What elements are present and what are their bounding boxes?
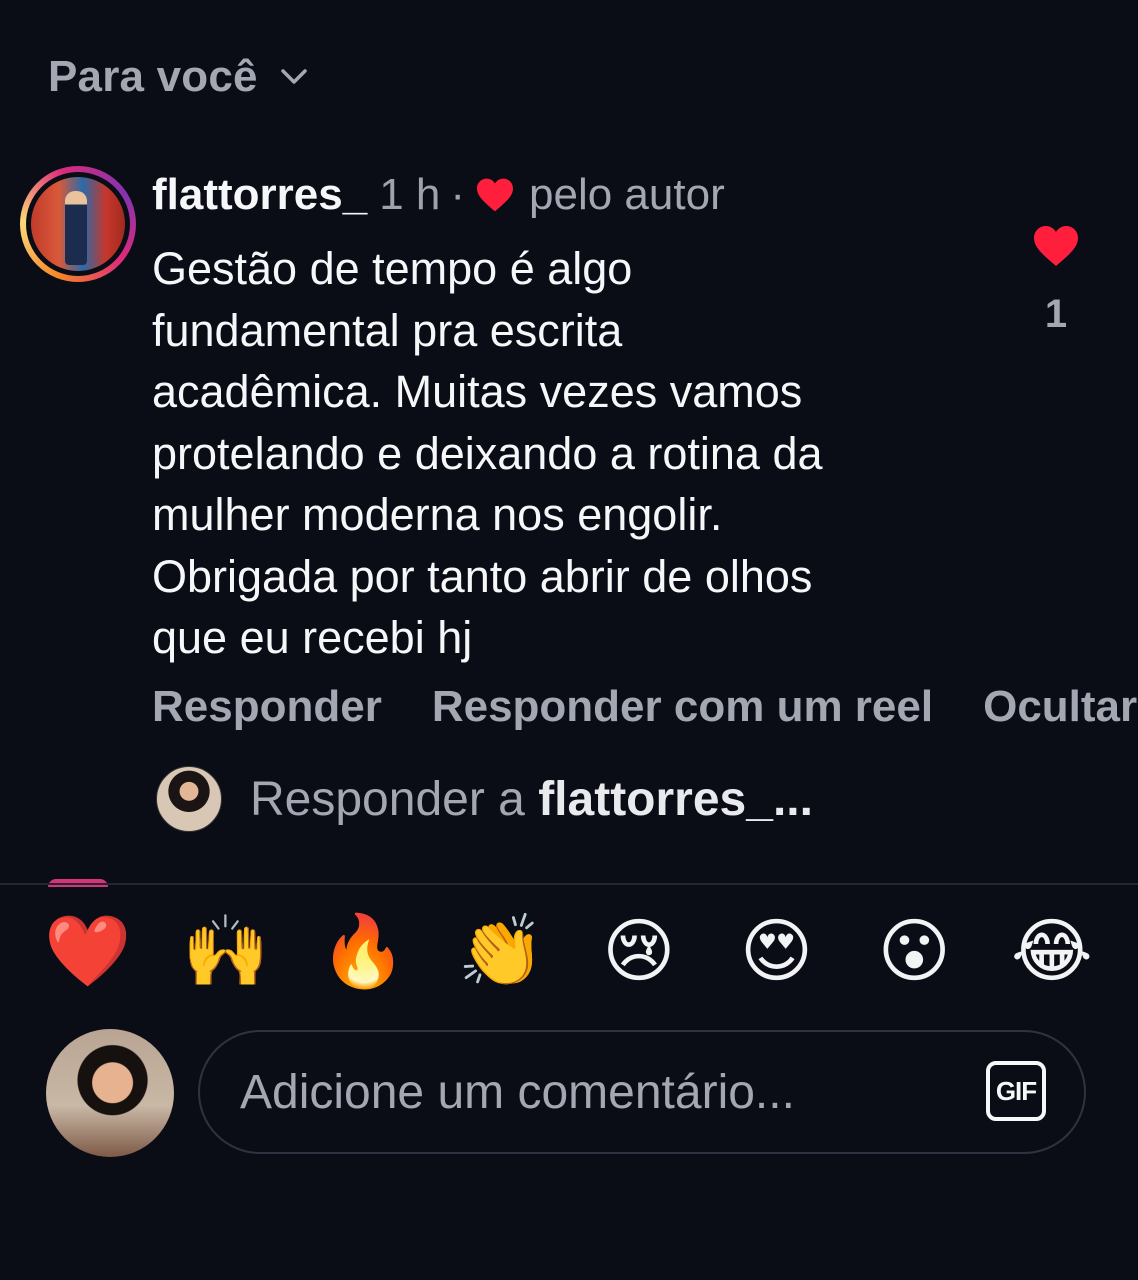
emoji-heart-eyes[interactable]: 😍 <box>729 908 825 994</box>
current-user-avatar-small <box>156 766 222 832</box>
emoji-red-heart[interactable]: ❤️ <box>40 908 136 994</box>
emoji-clapping-hands[interactable]: 👏 <box>453 908 549 994</box>
feed-title: Para você <box>48 52 258 101</box>
reply-prompt[interactable]: Responder a flattorres_... <box>156 766 813 832</box>
comment-like: 1 <box>1028 224 1084 337</box>
commenter-avatar[interactable] <box>20 166 136 282</box>
reply-prompt-prefix: Responder a <box>250 772 539 826</box>
current-user-avatar <box>46 1029 174 1157</box>
gif-button[interactable]: GIF <box>986 1061 1046 1121</box>
reply-prompt-name: flattorres_... <box>538 772 813 826</box>
comment-input[interactable] <box>238 1063 942 1121</box>
reply-prompt-text: Responder a flattorres_... <box>250 772 813 827</box>
emoji-surprised-face[interactable]: 😮 <box>866 908 962 994</box>
reply-with-reel-button[interactable]: Responder com um reel <box>432 682 933 732</box>
emoji-reaction-bar: ❤️ 🙌 🔥 👏 😢 😍 😮 😂 <box>40 908 1100 994</box>
heart-icon <box>477 178 514 212</box>
comment-text: Gestão de tempo é algo fundamental pra e… <box>152 243 823 663</box>
liked-by-author-label: pelo autor <box>529 170 725 219</box>
hide-button[interactable]: Ocultar <box>983 682 1137 732</box>
like-heart-icon[interactable] <box>1032 224 1080 268</box>
comment-composer: GIF <box>198 1030 1086 1154</box>
meta-separator: · <box>450 170 466 219</box>
emoji-fire[interactable]: 🔥 <box>315 908 411 994</box>
comment-actions: Responder Responder com um reel Ocultar <box>152 682 1137 732</box>
chevron-down-icon <box>280 69 307 84</box>
emoji-tears-of-joy[interactable]: 😂 <box>1004 908 1100 994</box>
emoji-raised-hands[interactable]: 🙌 <box>178 908 274 994</box>
comment-meta: flattorres_ 1 h · pelo autor <box>152 170 725 220</box>
divider <box>0 883 1138 885</box>
comment-username[interactable]: flattorres_ <box>152 170 367 220</box>
like-count: 1 <box>1044 292 1068 336</box>
comment-time: 1 h <box>379 170 441 219</box>
reply-button[interactable]: Responder <box>152 682 382 732</box>
emoji-crying-face[interactable]: 😢 <box>591 908 687 994</box>
feed-selector[interactable]: Para você <box>48 52 308 102</box>
